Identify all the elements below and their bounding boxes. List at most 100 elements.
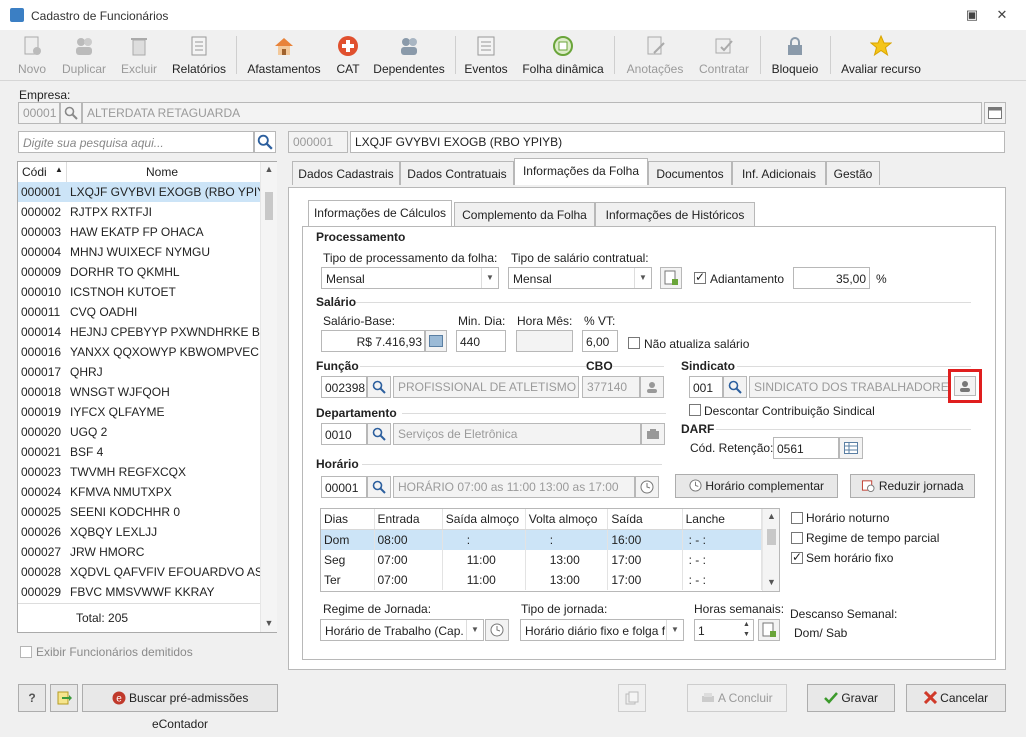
regime-jornada-select[interactable]: Horário de Trabalho (Cap. ▼ — [320, 619, 484, 641]
list-item[interactable]: 000001 LXQJF GVYBVI EXOGB (RBO YPIYB) — [18, 182, 260, 202]
list-item[interactable]: 000009 DORHR TO QKMHL — [18, 262, 260, 282]
schedule-cell[interactable]: 07:00 — [374, 550, 443, 570]
avaliar-recurso-button[interactable]: Avaliar recurso — [838, 32, 924, 78]
reduzir-jornada-button[interactable]: Reduzir jornada — [850, 474, 975, 498]
departamento-details-button[interactable] — [641, 423, 665, 445]
horario-complementar-button[interactable]: Horário complementar — [675, 474, 838, 498]
departamento-search-button[interactable] — [367, 423, 391, 445]
min-dia-input[interactable]: 440 — [456, 330, 506, 352]
schedule-cell[interactable]: : — [442, 529, 526, 550]
list-item[interactable]: 000021 BSF 4 — [18, 442, 260, 462]
list-item[interactable]: 000010 ICSTNOH KUTOET — [18, 282, 260, 302]
empresa-details-button[interactable] — [984, 102, 1006, 124]
subtab-informacoes-calculos[interactable]: Informações de Cálculos — [308, 200, 452, 227]
employee-name-field[interactable]: LXQJF GVYBVI EXOGB (RBO YPIYB) — [350, 131, 1005, 153]
salario-base-input[interactable]: R$ 7.416,93 — [321, 330, 425, 352]
anotacoes-button[interactable]: Anotações — [624, 32, 686, 78]
tab-dados-contratuais[interactable]: Dados Contratuais — [400, 161, 514, 185]
schedule-cell[interactable]: 07:00 — [374, 570, 443, 590]
schedule-cell[interactable]: 17:00 — [607, 550, 683, 570]
horario-search-button[interactable] — [367, 476, 391, 498]
schedule-cell[interactable]: : - : — [682, 550, 763, 570]
sindicato-details-button[interactable] — [948, 369, 982, 403]
tipo-jornada-select[interactable]: Horário diário fixo e folga f ▼ — [520, 619, 684, 641]
list-item[interactable]: 000017 QHRJ — [18, 362, 260, 382]
schedule-cell[interactable]: Dom — [321, 529, 375, 550]
list-item[interactable]: 000011 CVQ OADHI — [18, 302, 260, 322]
schedule-cell[interactable]: : - : — [682, 570, 763, 590]
subtab-informacoes-historicos[interactable]: Informações de Históricos — [595, 202, 755, 226]
afastamentos-button[interactable]: Afastamentos — [246, 32, 322, 78]
empresa-code-field[interactable]: 00001 — [18, 102, 60, 124]
subtab-complemento-folha[interactable]: Complemento da Folha — [454, 202, 595, 226]
restore-icon[interactable]: ▣ — [962, 6, 982, 24]
schedule-cell[interactable]: Ter — [321, 570, 375, 590]
list-item[interactable]: 000002 RJTPX RXTFJI — [18, 202, 260, 222]
sem-horario-fixo-checkbox[interactable] — [791, 550, 803, 564]
list-item[interactable]: 000025 SEENI KODCHHR 0 — [18, 502, 260, 522]
schedule-row[interactable]: Seg 07:00 11:00 13:00 17:00: - : — [321, 550, 763, 570]
list-item[interactable]: 000016 YANXX QQXOWYP KBWOMPVEC A — [18, 342, 260, 362]
tab-dados-cadastrais[interactable]: Dados Cadastrais — [292, 161, 400, 185]
list-item[interactable]: 000027 JRW HMORC — [18, 542, 260, 562]
list-item[interactable]: 000004 MHNJ WUIXECF NYMGU — [18, 242, 260, 262]
dependentes-button[interactable]: Dependentes — [372, 32, 446, 78]
import-button[interactable] — [50, 684, 78, 712]
salario-history-button[interactable] — [425, 330, 447, 352]
bloqueio-button[interactable]: Bloqueio — [768, 32, 822, 78]
horario-noturno-checkbox[interactable] — [791, 512, 803, 524]
schedule-cell[interactable]: 08:00 — [374, 529, 443, 550]
add-salary-type-button[interactable] — [660, 267, 682, 289]
regime-parcial-checkbox[interactable] — [791, 532, 803, 544]
list-item[interactable]: 000020 UGQ 2 — [18, 422, 260, 442]
relatorios-button[interactable]: Relatórios — [170, 32, 228, 78]
vt-input[interactable]: 6,00 — [582, 330, 618, 352]
excluir-button[interactable]: Excluir — [118, 32, 160, 78]
gravar-button[interactable]: Gravar — [807, 684, 895, 712]
contratar-button[interactable]: Contratar — [696, 32, 752, 78]
list-item[interactable]: 000026 XQBQY LEXLJJ — [18, 522, 260, 542]
list-item[interactable]: 000023 TWVMH REGFXCQX — [18, 462, 260, 482]
empresa-search-button[interactable] — [60, 102, 82, 124]
schedule-row[interactable]: Dom 08:00::16:00: - : — [321, 529, 763, 550]
tipo-salario-select[interactable]: Mensal ▼ — [508, 267, 652, 289]
schedule-cell[interactable]: 13:00 — [525, 550, 609, 570]
tab-inf-adicionais[interactable]: Inf. Adicionais — [732, 161, 826, 185]
list-item[interactable]: 000003 HAW EKATP FP OHACA — [18, 222, 260, 242]
horas-semanais-spinner[interactable]: ▲ ▼ — [740, 620, 753, 640]
darf-input[interactable]: 0561 — [773, 437, 839, 459]
schedule-cell[interactable]: 11:00 — [442, 550, 526, 570]
nao-atualiza-checkbox[interactable] — [628, 337, 640, 349]
descontar-contribuicao-checkbox[interactable] — [689, 404, 701, 416]
list-col-code[interactable]: Códi — [22, 165, 47, 179]
eventos-button[interactable]: Eventos — [463, 32, 509, 78]
horario-clock-button[interactable] — [635, 476, 659, 498]
cat-button[interactable]: CAT — [333, 32, 363, 78]
sindicato-code-input[interactable]: 001 — [689, 376, 723, 398]
darf-list-button[interactable] — [839, 437, 863, 459]
schedule-cell[interactable]: 16:00 — [607, 529, 683, 550]
list-item[interactable]: 000018 WNSGT WJFQOH — [18, 382, 260, 402]
concluir-button[interactable]: A Concluir — [687, 684, 787, 712]
schedule-cell[interactable]: 13:00 — [525, 570, 609, 590]
schedule-cell[interactable]: Seg — [321, 550, 375, 570]
sindicato-search-button[interactable] — [723, 376, 747, 398]
schedule-scrollbar[interactable]: ▲ ▼ — [762, 509, 779, 591]
show-dismissed-checkbox[interactable] — [20, 646, 32, 658]
close-icon[interactable]: ✕ — [992, 6, 1012, 24]
list-scroll-thumb[interactable] — [265, 192, 273, 220]
schedule-cell[interactable]: 11:00 — [442, 570, 526, 590]
horas-semanais-add-button[interactable] — [758, 619, 780, 641]
folha-dinamica-button[interactable]: Folha dinâmica — [520, 32, 606, 78]
horario-code-input[interactable]: 00001 — [321, 476, 367, 498]
list-item[interactable]: 000024 KFMVA NMUTXPX — [18, 482, 260, 502]
departamento-code-input[interactable]: 0010 — [321, 423, 367, 445]
tab-documentos[interactable]: Documentos — [648, 161, 732, 185]
search-input[interactable]: Digite sua pesquisa aqui... — [18, 131, 254, 153]
adiantamento-checkbox[interactable] — [694, 270, 706, 284]
adiantamento-input[interactable]: 35,00 — [793, 267, 870, 289]
attach-button[interactable] — [618, 684, 646, 712]
list-item[interactable]: 000014 HEJNJ CPEBYYP PXWNDHRKE BTB J — [18, 322, 260, 342]
list-item[interactable]: 000028 XQDVL QAFVFIV EFOUARDVO AST U — [18, 562, 260, 582]
schedule-cell[interactable]: 17:00 — [607, 570, 683, 590]
